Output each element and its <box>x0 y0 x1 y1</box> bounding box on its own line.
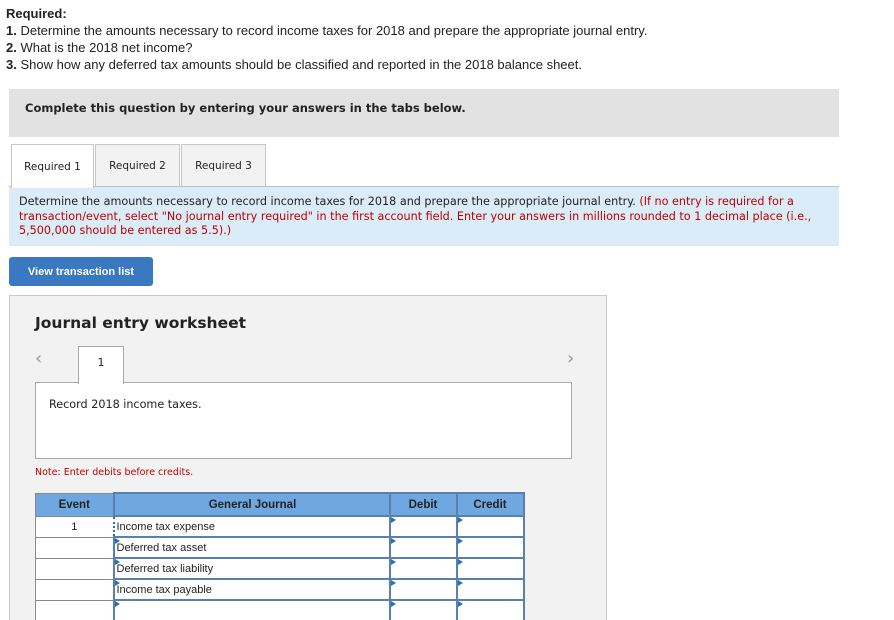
tab-required-2[interactable]: Required 2 <box>95 144 180 187</box>
account-select[interactable] <box>112 599 391 620</box>
cell-marker-icon <box>390 538 396 544</box>
required-item-text: Determine the amounts necessary to recor… <box>16 23 648 38</box>
cell-marker-icon <box>457 580 463 586</box>
required-instructions: Required: 1. Determine the amounts neces… <box>6 5 647 73</box>
required-item-3: 3. Show how any deferred tax amounts sho… <box>6 56 647 73</box>
table-row: Income tax payable <box>35 578 525 601</box>
cell-marker-icon <box>390 559 396 565</box>
debit-input[interactable] <box>388 578 458 601</box>
cell-marker-icon <box>390 601 396 607</box>
debits-before-credits-note: Note: Enter debits before credits. <box>35 467 194 478</box>
table-header-row: Event General Journal Debit Credit <box>35 492 525 517</box>
tab-required-3[interactable]: Required 3 <box>181 144 266 187</box>
required-item-text: Show how any deferred tax amounts should… <box>16 57 582 72</box>
general-journal-table: Event General Journal Debit Credit 1 Inc… <box>35 492 525 620</box>
account-value: Deferred tax asset <box>116 541 207 554</box>
table-row: 1 Income tax expense <box>35 515 525 538</box>
table-row: Deferred tax liability <box>35 557 525 580</box>
worksheet-title: Journal entry worksheet <box>35 314 247 332</box>
account-value: Deferred tax liability <box>116 562 214 575</box>
instructions-panel: Determine the amounts necessary to recor… <box>9 187 839 246</box>
debit-input[interactable] <box>388 515 458 538</box>
header-credit: Credit <box>455 492 525 517</box>
event-cell <box>35 599 114 620</box>
event-cell <box>35 536 114 559</box>
required-title: Required: <box>6 6 67 21</box>
cell-marker-icon <box>457 559 463 565</box>
required-item-number: 1. <box>6 23 17 38</box>
credit-input[interactable] <box>455 536 525 559</box>
account-select[interactable]: Deferred tax liability <box>112 557 391 580</box>
chevron-right-icon[interactable]: › <box>567 348 574 369</box>
banner-text: Complete this question by entering your … <box>25 101 466 115</box>
required-item-number: 2. <box>6 40 17 55</box>
cell-marker-icon <box>457 601 463 607</box>
account-select[interactable]: Income tax payable <box>112 578 391 601</box>
required-item-number: 3. <box>6 57 17 72</box>
required-tabs: Required 1 Required 2 Required 3 <box>11 144 267 188</box>
event-cell <box>35 578 114 601</box>
account-value: Income tax expense <box>116 520 215 533</box>
credit-input[interactable] <box>455 557 525 580</box>
cell-marker-icon <box>457 517 463 523</box>
account-select[interactable]: Deferred tax asset <box>112 536 391 559</box>
event-cell <box>35 557 114 580</box>
header-general-journal: General Journal <box>112 492 391 517</box>
cell-marker-icon <box>457 538 463 544</box>
table-row <box>35 599 525 620</box>
account-select[interactable]: Income tax expense <box>112 515 391 538</box>
debit-input[interactable] <box>388 599 458 620</box>
required-item-1: 1. Determine the amounts necessary to re… <box>6 22 647 39</box>
credit-input[interactable] <box>455 599 525 620</box>
account-value: Income tax payable <box>116 583 212 596</box>
header-debit: Debit <box>388 492 458 517</box>
required-item-text: What is the 2018 net income? <box>16 40 193 55</box>
cell-marker-icon <box>114 580 120 586</box>
debit-input[interactable] <box>388 557 458 580</box>
tab-required-1[interactable]: Required 1 <box>11 144 94 188</box>
cell-marker-icon <box>114 538 120 544</box>
table-row: Deferred tax asset <box>35 536 525 559</box>
instructions-main: Determine the amounts necessary to recor… <box>19 195 640 208</box>
cell-marker-icon <box>114 559 120 565</box>
entry-description: Record 2018 income taxes. <box>49 398 202 411</box>
entry-tab-1[interactable]: 1 <box>78 346 124 384</box>
event-cell: 1 <box>35 515 114 538</box>
cell-marker-icon <box>390 517 396 523</box>
view-transaction-list-button[interactable]: View transaction list <box>9 257 153 286</box>
header-event: Event <box>35 492 114 517</box>
entry-description-box: Record 2018 income taxes. <box>35 382 572 459</box>
debit-input[interactable] <box>388 536 458 559</box>
chevron-left-icon[interactable]: ‹ <box>35 348 42 369</box>
credit-input[interactable] <box>455 515 525 538</box>
complete-question-banner: Complete this question by entering your … <box>9 89 839 137</box>
cell-marker-icon <box>114 601 120 607</box>
credit-input[interactable] <box>455 578 525 601</box>
cell-marker-icon <box>390 580 396 586</box>
required-item-2: 2. What is the 2018 net income? <box>6 39 647 56</box>
journal-entry-worksheet: Journal entry worksheet ‹ 1 › Record 201… <box>9 295 607 620</box>
